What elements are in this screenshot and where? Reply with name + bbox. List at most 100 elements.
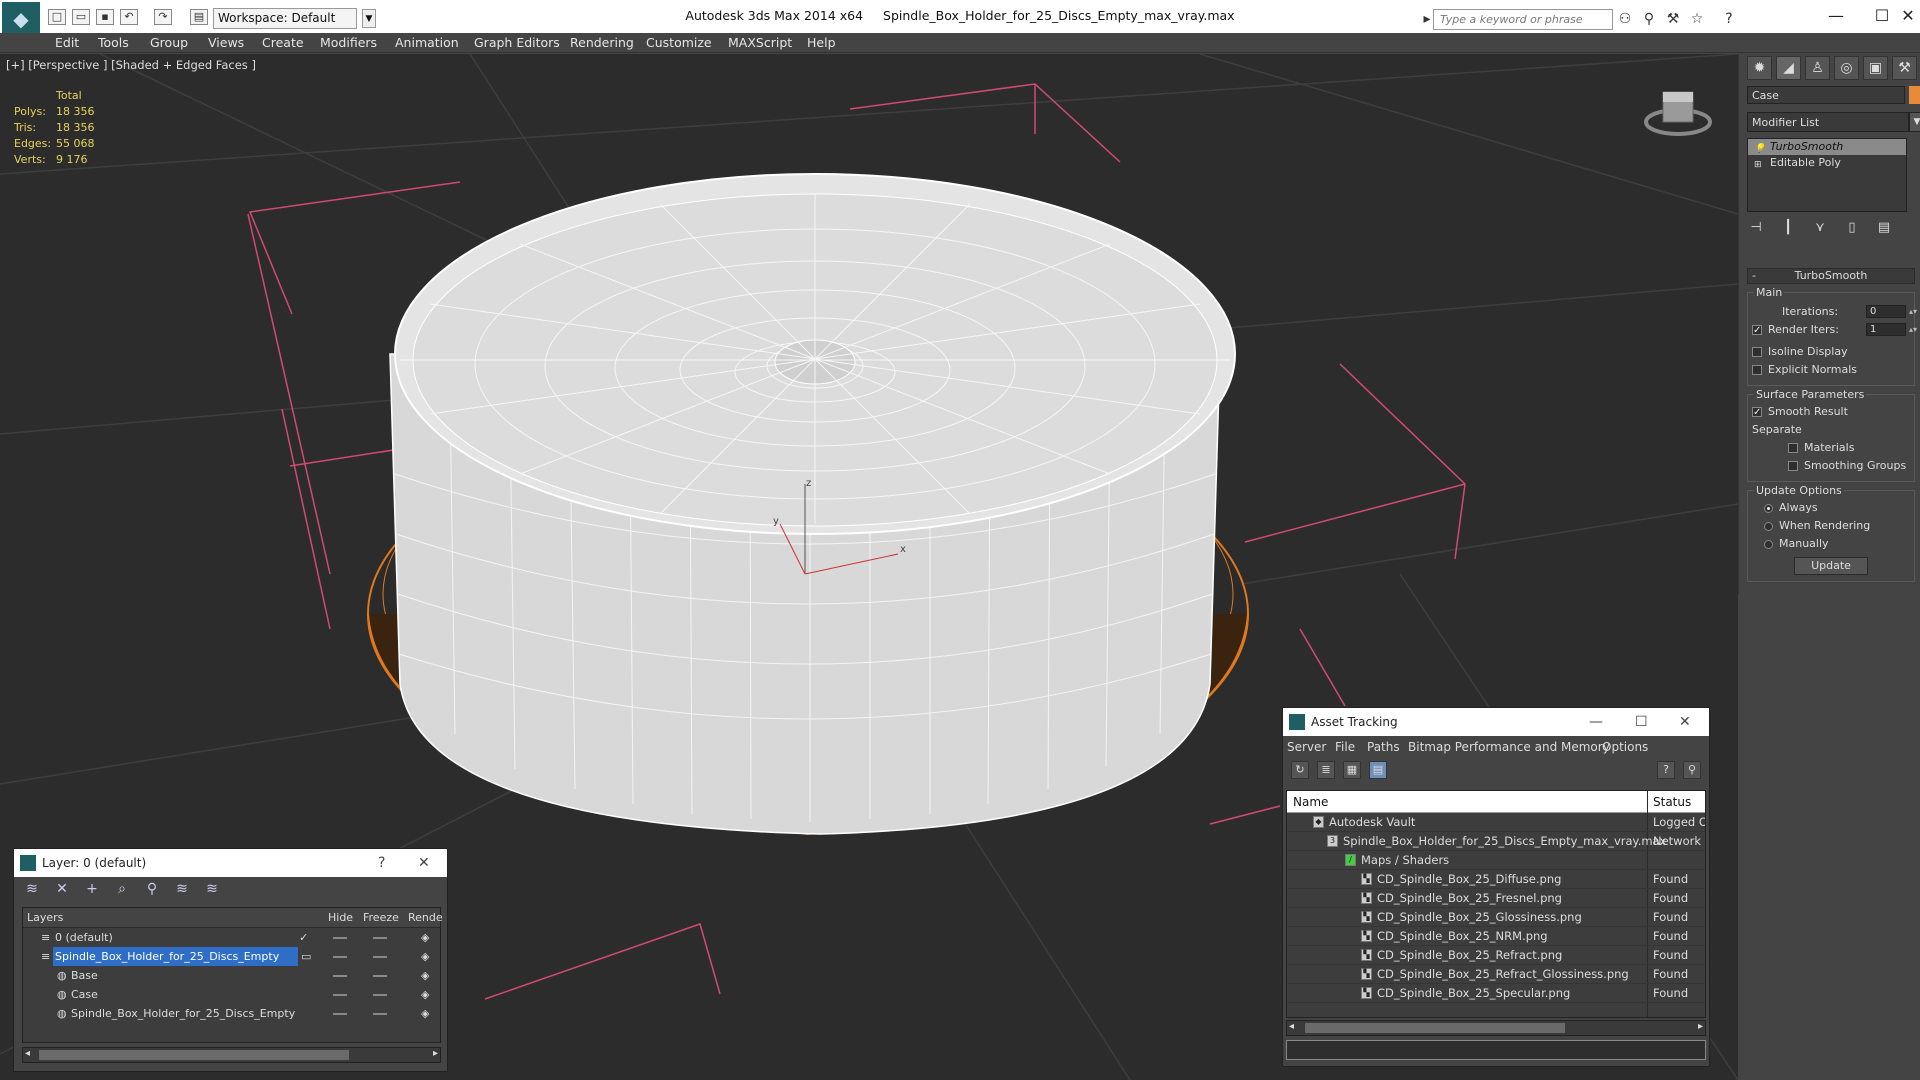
materials-checkbox[interactable] xyxy=(1788,443,1798,453)
layer-row[interactable]: ≡ Spindle_Box_Holder_for_25_Discs_Empty … xyxy=(23,947,440,966)
asset-row[interactable]: 3 Spindle_Box_Holder_for_25_Discs_Empty_… xyxy=(1287,832,1705,851)
minimize-button[interactable]: — xyxy=(1816,4,1856,28)
stack-item-turbosmooth[interactable]: 💡 TurboSmooth xyxy=(1748,139,1906,155)
minimize-button[interactable]: — xyxy=(1589,708,1603,736)
col-name[interactable]: Name xyxy=(1293,791,1328,813)
render-teapot-icon[interactable]: ◈ xyxy=(421,1004,429,1023)
menu-bitmap-performance[interactable]: Bitmap Performance and Memory xyxy=(1408,740,1610,754)
help-button[interactable]: ? xyxy=(378,849,385,877)
layer-object-row[interactable]: ◍ Case ◈ xyxy=(23,985,440,1004)
help-icon[interactable]: ? xyxy=(1720,10,1738,28)
hide-toggle[interactable] xyxy=(333,1013,347,1015)
isoline-checkbox[interactable] xyxy=(1752,347,1762,357)
modify-tab-icon[interactable]: ◢ xyxy=(1776,56,1801,80)
col-layers[interactable]: Layers xyxy=(27,908,63,928)
hide-toggle[interactable] xyxy=(333,937,347,939)
scroll-left-icon[interactable]: ◂ xyxy=(1289,1021,1294,1032)
remove-modifier-icon[interactable]: ▯ xyxy=(1843,220,1861,240)
menu-rendering[interactable]: Rendering xyxy=(570,35,634,50)
modifier-list-dropdown[interactable]: Modifier List ▼ xyxy=(1747,112,1920,132)
stack-item-editable-poly[interactable]: ⊞ Editable Poly xyxy=(1748,155,1906,171)
viewport-label[interactable]: [+] [Perspective ] [Shaded + Edged Faces… xyxy=(6,58,256,72)
create-tab-icon[interactable]: ✹ xyxy=(1747,56,1772,80)
menu-customize[interactable]: Customize xyxy=(646,35,712,50)
menu-group[interactable]: Group xyxy=(150,35,188,50)
show-end-result-icon[interactable]: ┃ xyxy=(1779,220,1797,240)
close-button[interactable]: ✕ xyxy=(418,849,430,877)
list-view-icon[interactable]: ≣ xyxy=(1317,761,1335,779)
expand-plus-icon[interactable]: ⊞ xyxy=(1754,157,1763,170)
help-icon[interactable]: ? xyxy=(1657,761,1675,779)
col-status[interactable]: Status xyxy=(1653,791,1691,813)
delete-layer-icon[interactable]: ✕ xyxy=(52,881,72,899)
asset-row[interactable]: ▚ CD_Spindle_Box_25_Refract_Glossiness.p… xyxy=(1287,965,1705,984)
freeze-toggle[interactable] xyxy=(373,937,387,939)
refresh-icon[interactable]: ↻ xyxy=(1291,761,1309,779)
freeze-toggle[interactable] xyxy=(373,994,387,996)
communication-center-icon[interactable]: ⚲ xyxy=(1640,10,1658,28)
close-button[interactable]: ✕ xyxy=(1679,708,1691,736)
select-objects-icon[interactable]: ⌕ xyxy=(112,881,132,899)
menu-paths[interactable]: Paths xyxy=(1367,740,1400,754)
asset-window-titlebar[interactable]: Asset Tracking — ☐ ✕ xyxy=(1283,708,1709,736)
menu-modifiers[interactable]: Modifiers xyxy=(320,35,377,50)
display-tab-icon[interactable]: ▣ xyxy=(1863,56,1888,80)
layer-window-titlebar[interactable]: Layer: 0 (default) ? ✕ xyxy=(14,849,447,877)
update-button[interactable]: Update xyxy=(1794,557,1868,575)
menu-options[interactable]: Options xyxy=(1602,740,1648,754)
active-check-icon[interactable]: ✓ xyxy=(299,928,308,947)
rollout-header[interactable]: - TurboSmooth xyxy=(1747,268,1915,284)
freeze-toggle[interactable] xyxy=(373,956,387,958)
menu-maxscript[interactable]: MAXScript xyxy=(728,35,792,50)
hide-toggle[interactable] xyxy=(333,956,347,958)
asset-path-field[interactable] xyxy=(1286,1040,1706,1060)
configure-sets-icon[interactable]: ▤ xyxy=(1875,220,1893,240)
new-layer-icon[interactable]: + xyxy=(82,881,102,899)
asset-row[interactable]: ◆ Autodesk Vault Logged Ou xyxy=(1287,813,1705,832)
horizontal-scrollbar[interactable]: ◂ ▸ xyxy=(1286,1020,1706,1036)
select-layer-icon[interactable]: ⚲ xyxy=(142,881,162,899)
scroll-right-icon[interactable]: ▸ xyxy=(1698,1021,1703,1032)
layer-object-row[interactable]: ◍ Base ◈ xyxy=(23,966,440,985)
menu-tools[interactable]: Tools xyxy=(98,35,129,50)
render-iters-spinner[interactable]: 1 xyxy=(1866,323,1917,336)
asset-row[interactable]: / Maps / Shaders xyxy=(1287,851,1705,870)
render-teapot-icon[interactable]: ◈ xyxy=(421,947,429,966)
binoculars-icon[interactable]: ⚇ xyxy=(1616,10,1634,28)
asset-row[interactable]: ▚ CD_Spindle_Box_25_Diffuse.png Found xyxy=(1287,870,1705,889)
close-button[interactable]: ✕ xyxy=(1896,4,1920,28)
asset-row[interactable]: ▚ CD_Spindle_Box_25_Glossiness.png Found xyxy=(1287,908,1705,927)
table-view-icon[interactable]: ▤ xyxy=(1369,761,1387,779)
menu-views[interactable]: Views xyxy=(208,35,244,50)
manually-radio[interactable] xyxy=(1764,539,1773,549)
hide-toggle[interactable] xyxy=(333,975,347,977)
menu-edit[interactable]: Edit xyxy=(55,35,79,50)
scroll-left-icon[interactable]: ◂ xyxy=(25,1048,30,1059)
utilities-tab-icon[interactable]: ⚒ xyxy=(1892,56,1917,80)
render-teapot-icon[interactable]: ◈ xyxy=(421,928,429,947)
col-hide[interactable]: Hide xyxy=(328,908,353,928)
render-teapot-icon[interactable]: ◈ xyxy=(421,966,429,985)
search-input[interactable]: Type a keyword or phrase xyxy=(1433,9,1613,30)
viewcube[interactable] xyxy=(1644,91,1712,136)
iterations-spinner[interactable]: 0 xyxy=(1866,305,1917,318)
highlight-layer-icon[interactable]: ≋ xyxy=(172,881,192,899)
scrollbar-thumb[interactable] xyxy=(39,1050,349,1060)
scrollbar-thumb[interactable] xyxy=(1305,1023,1565,1033)
menu-server[interactable]: Server xyxy=(1287,740,1326,754)
menu-help[interactable]: Help xyxy=(807,35,836,50)
hide-toggle[interactable] xyxy=(333,994,347,996)
layer-manager-icon[interactable]: ≋ xyxy=(22,881,42,899)
pin-stack-icon[interactable]: ⊣ xyxy=(1747,220,1765,240)
favorites-star-icon[interactable]: ☆ xyxy=(1688,10,1706,28)
explicit-normals-checkbox[interactable] xyxy=(1752,365,1762,375)
col-render[interactable]: Rende xyxy=(408,908,443,928)
object-name-field[interactable]: Case xyxy=(1747,86,1905,104)
help-search-icon[interactable]: ⚲ xyxy=(1683,761,1701,779)
asset-row[interactable]: ▚ CD_Spindle_Box_25_Refract.png Found xyxy=(1287,946,1705,965)
menu-create[interactable]: Create xyxy=(262,35,304,50)
lightbulb-icon[interactable]: 💡 xyxy=(1754,141,1765,154)
horizontal-scrollbar[interactable]: ◂ ▸ xyxy=(22,1047,441,1063)
smoothing-groups-checkbox[interactable] xyxy=(1788,461,1798,471)
menu-file[interactable]: File xyxy=(1335,740,1355,754)
